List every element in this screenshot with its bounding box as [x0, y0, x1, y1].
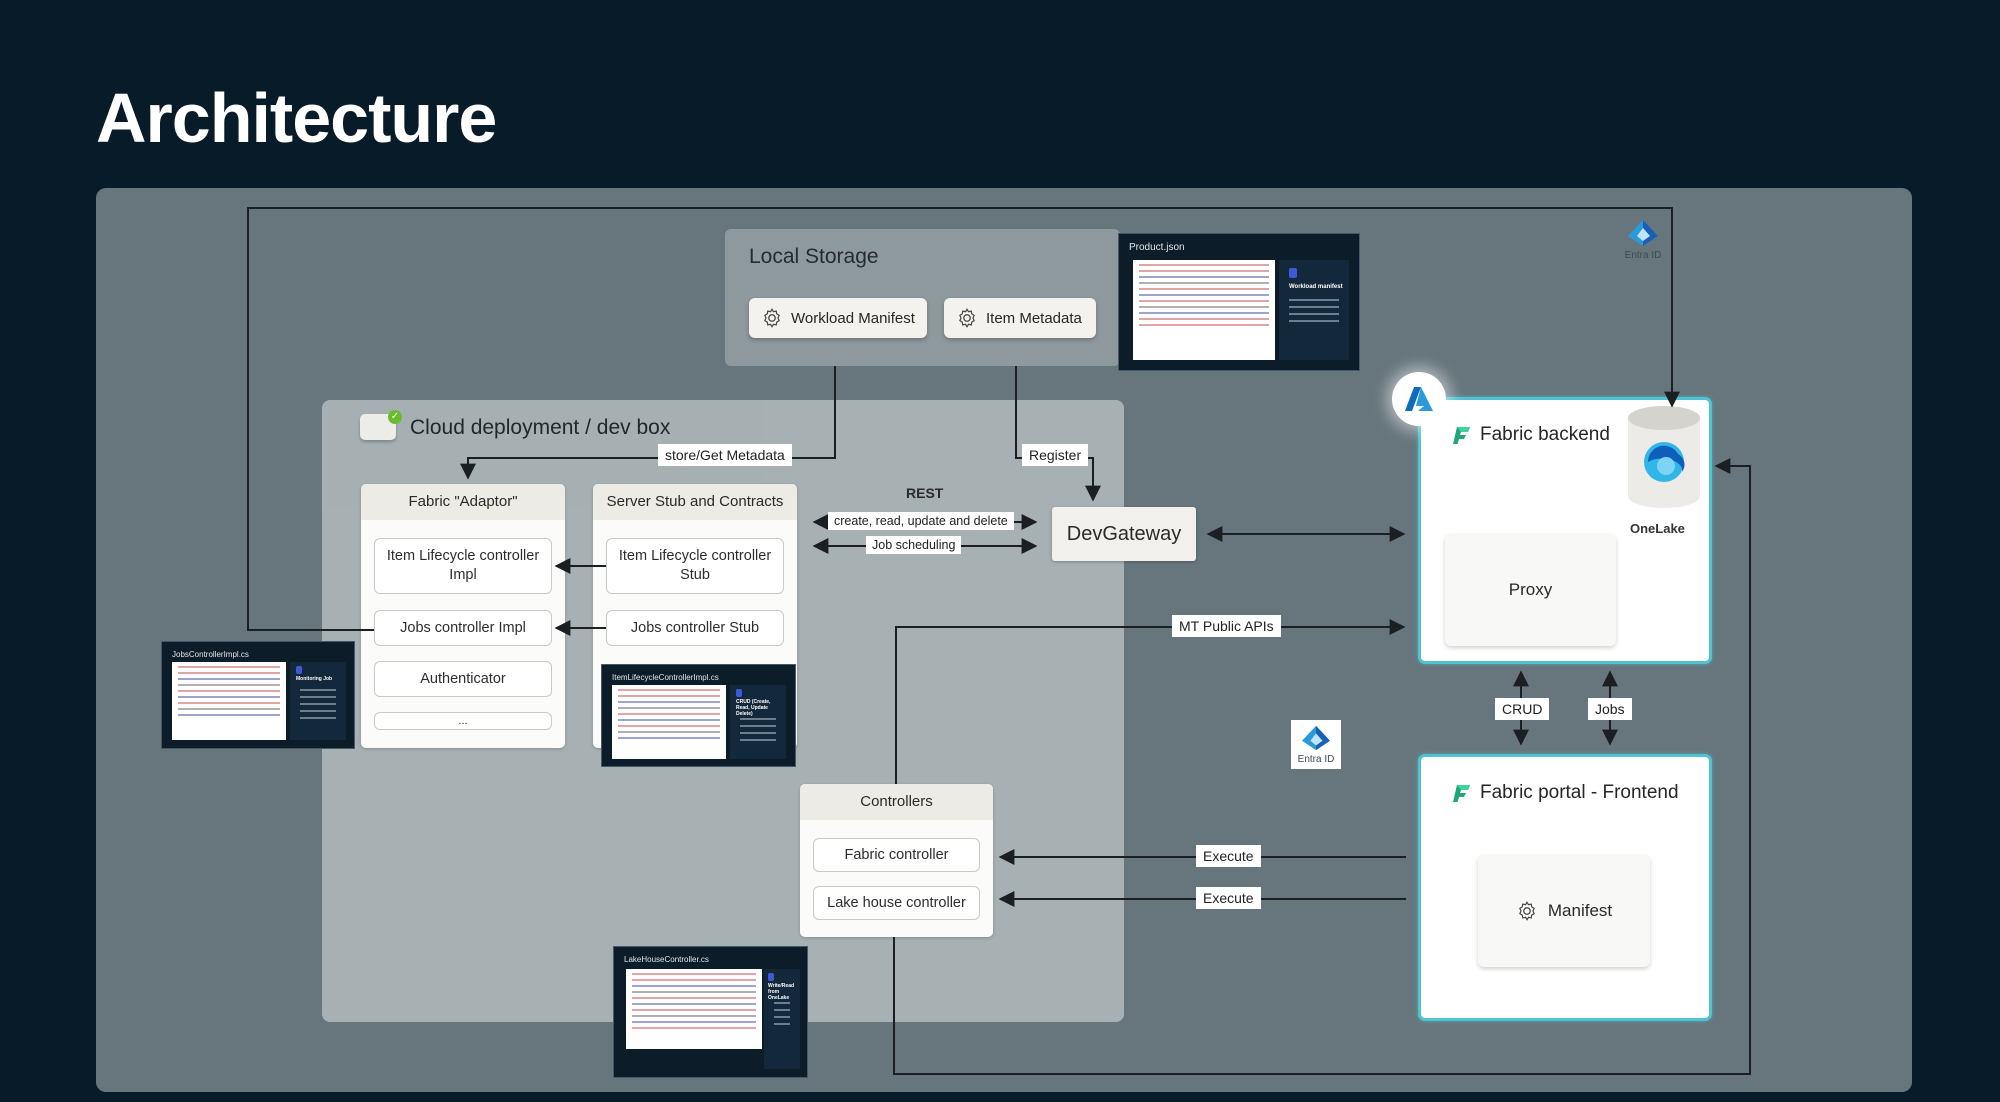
slide-title: Architecture	[96, 79, 497, 157]
code-card-title: LakeHouseController.cs	[624, 955, 709, 964]
item-lifecycle-impl[interactable]: Item Lifecycle controller Impl	[374, 538, 552, 594]
onelake-label: OneLake	[1630, 521, 1685, 536]
authenticator[interactable]: Authenticator	[374, 661, 552, 697]
devgateway[interactable]: DevGateway	[1052, 507, 1196, 561]
code-card-heading: Monitoring Job	[296, 676, 333, 682]
code-card-notes: CRUD (Create, Read, Update Delete)	[730, 685, 786, 759]
crud-tag: create, read, update and delete	[828, 512, 1014, 530]
azure-logo-icon	[1405, 387, 1433, 411]
jobs-controller-impl[interactable]: Jobs controller Impl	[374, 610, 552, 646]
manifest-card[interactable]: Manifest	[1478, 855, 1650, 967]
onelake-cylinder-icon	[1628, 406, 1700, 508]
check-icon: ✓	[388, 410, 402, 424]
register-tag: Register	[1022, 444, 1089, 466]
more-items[interactable]: ...	[374, 712, 552, 730]
item-lifecycle-code-card[interactable]: ItemLifecycleControllerImpl.cs CRUD (Cre…	[601, 664, 796, 767]
fabric-frontend-title: Fabric portal - Frontend	[1452, 782, 1679, 804]
local-storage-title: Local Storage	[749, 245, 879, 268]
execute-tag-2: Execute	[1196, 887, 1261, 909]
mt-public-apis-tag: MT Public APIs	[1172, 615, 1281, 637]
manifest-label: Manifest	[1547, 901, 1613, 920]
jobs-controller-stub[interactable]: Jobs controller Stub	[606, 610, 784, 646]
entra-id-mid: Entra ID	[1291, 720, 1341, 769]
lakehouse-controller[interactable]: Lake house controller	[813, 886, 980, 920]
gear-icon	[959, 308, 975, 328]
fabric-backend-label: Fabric backend	[1480, 424, 1610, 445]
proxy-label: Proxy	[1508, 580, 1553, 599]
info-icon	[768, 973, 774, 981]
code-card-title: JobsControllerImpl.cs	[172, 650, 249, 659]
proxy-card[interactable]: Proxy	[1445, 534, 1616, 646]
execute-tag-1: Execute	[1196, 845, 1261, 867]
fabric-backend-title: Fabric backend	[1452, 424, 1610, 446]
workload-manifest-label: Workload Manifest	[791, 309, 915, 327]
entra-id-top: Entra ID	[1620, 218, 1666, 261]
panel-title: Controllers	[800, 784, 993, 820]
code-preview	[172, 662, 286, 740]
entra-id-icon	[1302, 725, 1330, 751]
lakehouse-code-card[interactable]: LakeHouseController.cs Write/Read from O…	[613, 946, 808, 1078]
item-metadata-label: Item Metadata	[986, 309, 1082, 327]
item-metadata-item[interactable]: Item Metadata	[944, 298, 1096, 338]
code-preview	[612, 685, 726, 759]
item-lifecycle-stub[interactable]: Item Lifecycle controller Stub	[606, 538, 784, 594]
fabric-logo-icon	[1453, 427, 1470, 444]
local-storage-group: Local Storage Workload Manifest Item Met…	[725, 229, 1120, 366]
rest-label: REST	[906, 485, 944, 501]
code-card-heading: Workload manifest	[1289, 284, 1343, 290]
store-get-metadata-tag: store/Get Metadata	[658, 444, 792, 466]
azure-badge	[1392, 372, 1446, 426]
code-preview	[626, 969, 762, 1049]
info-icon	[1289, 268, 1297, 278]
code-card-title: Product.json	[1129, 242, 1185, 253]
code-card-notes: Write/Read from OneLake	[764, 969, 800, 1069]
panel-title: Fabric "Adaptor"	[361, 484, 565, 520]
code-card-title: ItemLifecycleControllerImpl.cs	[612, 673, 719, 682]
jobs-tag: Jobs	[1588, 698, 1632, 720]
fabric-logo-icon	[1453, 785, 1470, 802]
crud-short-tag: CRUD	[1495, 698, 1550, 720]
entra-id-label: Entra ID	[1624, 250, 1662, 261]
gear-icon	[1518, 901, 1535, 921]
code-preview	[1133, 260, 1275, 360]
panel-title: Server Stub and Contracts	[593, 484, 797, 520]
code-card-notes: Workload manifest	[1279, 260, 1349, 360]
devbox-title: Cloud deployment / dev box	[410, 416, 671, 439]
fabric-controller[interactable]: Fabric controller	[813, 838, 980, 872]
code-card-notes: Monitoring Job	[290, 662, 346, 740]
workload-manifest-item[interactable]: Workload Manifest	[749, 298, 927, 338]
info-icon	[296, 666, 302, 674]
entra-id-label: Entra ID	[1297, 754, 1335, 765]
product-json-card[interactable]: Product.json Workload manifest	[1118, 233, 1360, 371]
info-icon	[736, 689, 742, 697]
job-scheduling-tag: Job scheduling	[866, 536, 962, 554]
entra-id-icon	[1628, 220, 1658, 246]
gear-icon	[764, 308, 780, 328]
jobs-controller-code-card[interactable]: JobsControllerImpl.cs Monitoring Job	[161, 641, 355, 749]
fabric-frontend-label: Fabric portal - Frontend	[1480, 782, 1679, 803]
